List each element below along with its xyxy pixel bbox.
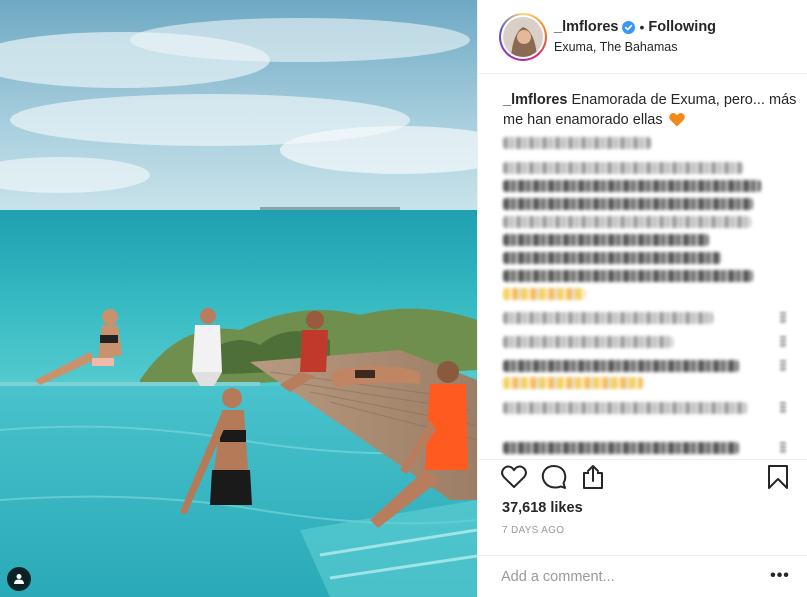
avatar-image — [503, 17, 543, 57]
blurred-timestamp — [503, 137, 651, 149]
more-options-button[interactable]: ••• — [768, 564, 792, 588]
share-icon — [581, 464, 605, 495]
username-link[interactable]: _lmflores — [554, 19, 618, 35]
blurred-comment-line — [503, 377, 643, 389]
comment-like-icon[interactable] — [780, 402, 786, 414]
blurred-comment-line — [503, 442, 739, 454]
blurred-comment-line — [503, 360, 739, 372]
post-details-panel: _lmflores • Following Exuma, The Bahamas… — [477, 0, 807, 597]
post-photo[interactable] — [0, 0, 477, 597]
blurred-comment-line — [503, 270, 753, 282]
bookmark-icon — [767, 464, 789, 495]
comment-like-icon[interactable] — [780, 336, 786, 348]
more-icon: ••• — [770, 567, 790, 584]
post-timestamp[interactable]: 7 DAYS AGO — [502, 525, 564, 536]
avatar[interactable] — [499, 13, 547, 61]
blurred-comment-line — [503, 216, 751, 228]
comment-like-icon[interactable] — [780, 442, 786, 454]
post-actions: 37,618 likes 7 DAYS AGO ••• — [478, 459, 807, 597]
add-comment-bar: ••• — [478, 555, 807, 597]
blurred-comment-line — [503, 162, 743, 174]
blurred-comment-line — [503, 180, 761, 192]
blurred-comment-line — [503, 252, 721, 264]
blurred-comment-line — [503, 336, 673, 348]
blurred-comment-line — [503, 234, 709, 246]
header-top-row: _lmflores • Following — [554, 19, 716, 35]
like-button[interactable] — [500, 465, 528, 493]
speech-bubble-icon — [541, 464, 567, 495]
blurred-comment-line — [503, 312, 713, 324]
following-button[interactable]: Following — [648, 19, 716, 35]
caption-username[interactable]: _lmflores — [503, 92, 567, 108]
location-link[interactable]: Exuma, The Bahamas — [554, 40, 677, 54]
blurred-comment-line — [503, 402, 747, 414]
verified-badge-icon — [622, 20, 636, 34]
comment-like-icon[interactable] — [780, 360, 786, 372]
heart-outline-icon — [501, 465, 527, 494]
share-button[interactable] — [579, 464, 607, 495]
save-button[interactable] — [764, 464, 792, 495]
post-header: _lmflores • Following Exuma, The Bahamas — [478, 0, 807, 74]
separator-dot: • — [639, 19, 645, 35]
user-tag-icon — [13, 573, 25, 585]
comment-button[interactable] — [540, 464, 568, 495]
orange-heart-emoji-icon — [668, 112, 685, 133]
blurred-comment-line — [503, 198, 753, 210]
user-tags-button[interactable] — [7, 567, 31, 591]
post-caption: _lmflores Enamorada de Exuma, pero... má… — [503, 90, 798, 133]
comments-section[interactable]: _lmflores Enamorada de Exuma, pero... má… — [478, 74, 807, 459]
likes-count[interactable]: 37,618 likes — [502, 500, 583, 516]
blurred-comment-line — [503, 288, 585, 300]
pool-scene-image — [0, 0, 477, 597]
comment-input[interactable] — [501, 567, 761, 587]
comment-like-icon[interactable] — [780, 312, 786, 324]
